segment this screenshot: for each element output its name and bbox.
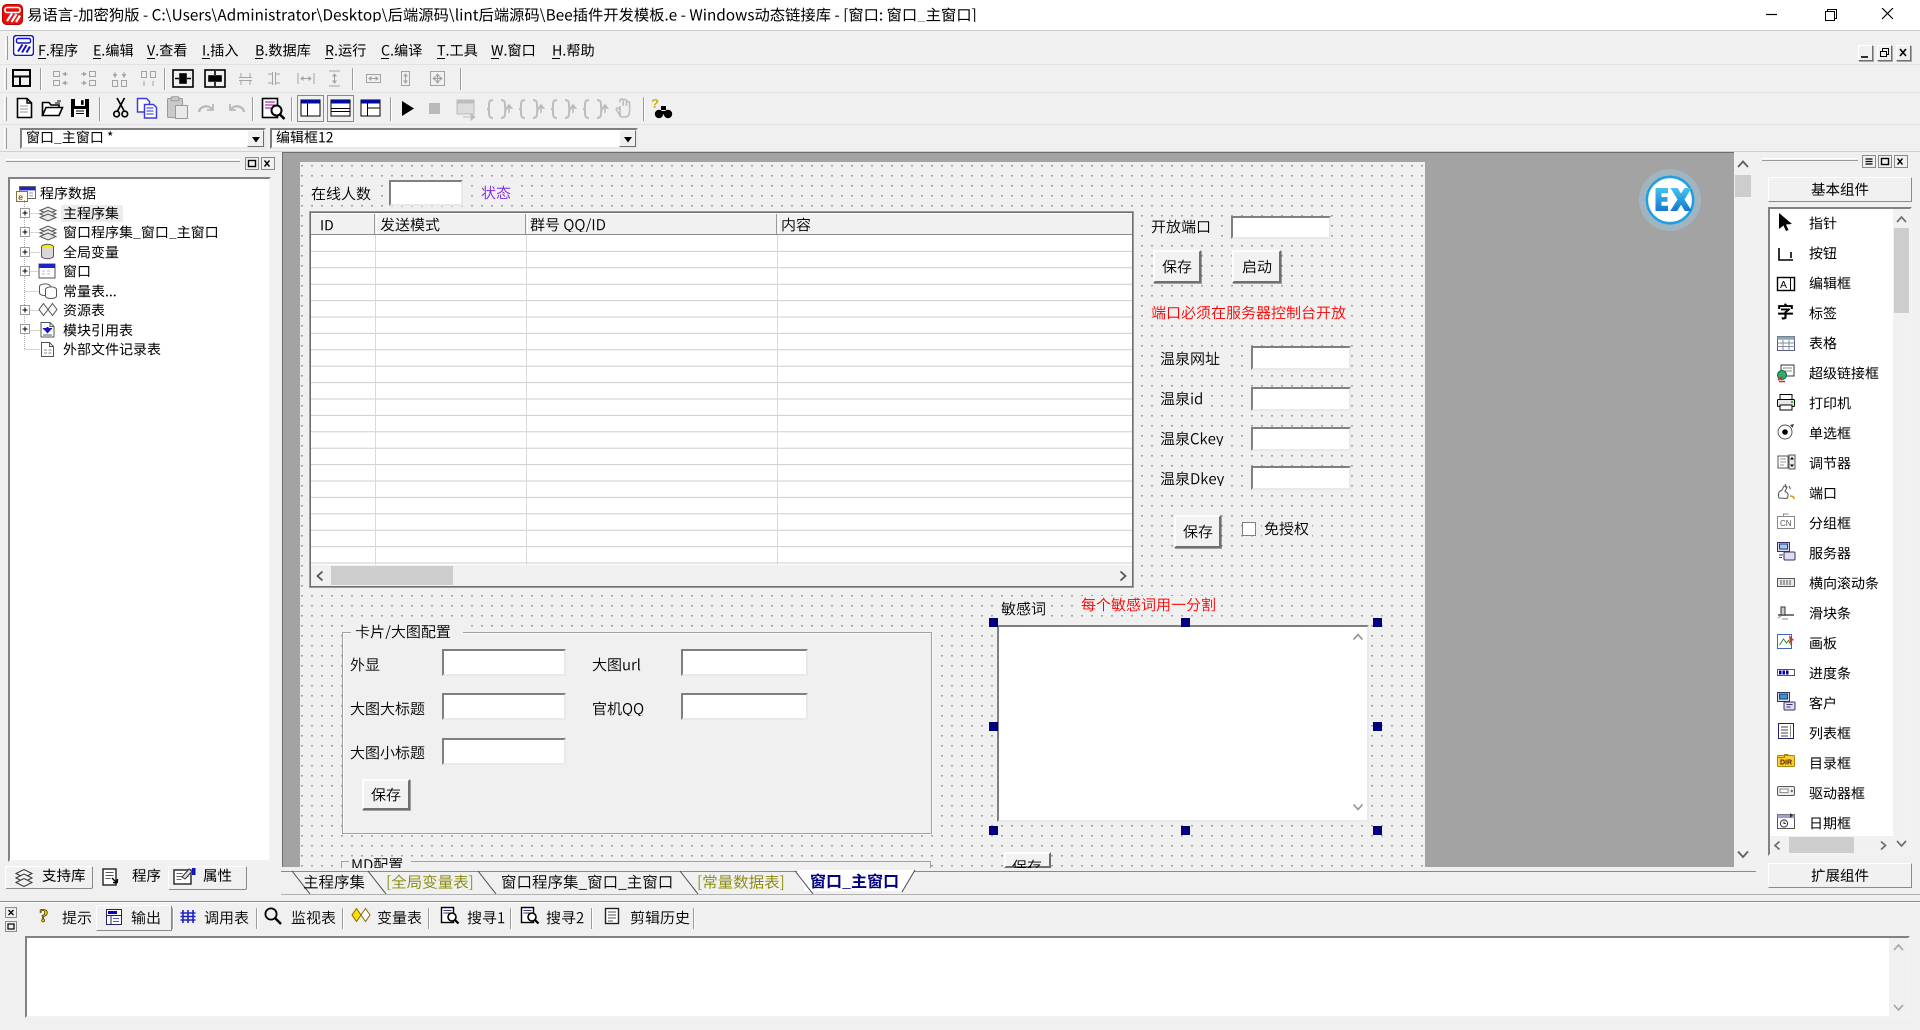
svg-text:?: ? (39, 906, 49, 927)
